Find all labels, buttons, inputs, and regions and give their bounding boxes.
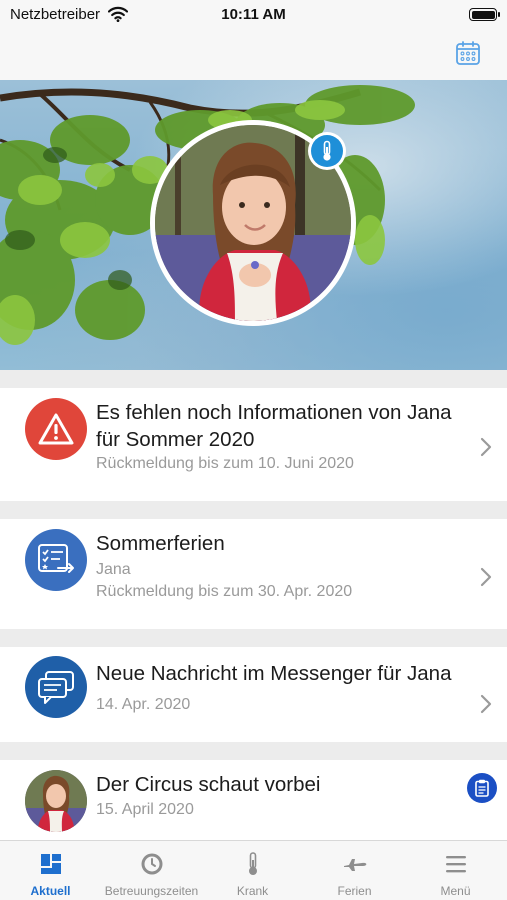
chat-badge <box>25 656 87 718</box>
chevron-right-icon <box>480 567 492 587</box>
app-screen: Netzbetreiber 10:11 AM Es fehlen noch In… <box>0 0 507 900</box>
tab-bar: Aktuell Betreuungszeiten Krank Ferien Me… <box>0 840 507 900</box>
thermometer-icon <box>249 852 257 875</box>
card-subtitle: Rückmeldung bis zum 30. Apr. 2020 <box>96 583 353 600</box>
tab-betreuungszeiten[interactable]: Betreuungszeiten <box>101 841 202 900</box>
chat-icon <box>38 671 74 704</box>
missing-info-card[interactable]: Es fehlen noch Informationen von Jana fü… <box>0 388 507 501</box>
chevron-right-icon <box>480 694 492 714</box>
tab-label: Menü <box>440 884 471 898</box>
card-title: Der Circus schaut vorbei <box>96 773 321 796</box>
tab-label: Krank <box>236 884 269 898</box>
card-title: Neue Nachricht im Messenger für Jana <box>96 662 452 685</box>
navigation-bar <box>0 30 507 80</box>
sick-status-badge[interactable] <box>308 132 346 170</box>
hamburger-icon <box>446 856 466 873</box>
circus-news-card[interactable]: Der Circus schaut vorbei 15. April 2020 <box>0 760 507 840</box>
tab-menu[interactable]: Menü <box>405 841 506 900</box>
card-subtitle: 15. April 2020 <box>96 801 194 818</box>
card-title: Es fehlen noch Informationen von Jana fü… <box>96 401 452 451</box>
tab-aktuell[interactable]: Aktuell <box>0 841 101 900</box>
chevron-right-icon <box>480 437 492 457</box>
hero-banner <box>0 80 507 370</box>
tab-label: Betreuungszeiten <box>104 884 199 898</box>
clipboard-icon <box>475 779 489 797</box>
tab-label: Aktuell <box>30 884 71 898</box>
card-title: Sommerferien <box>96 532 225 555</box>
tab-ferien[interactable]: Ferien <box>304 841 405 900</box>
summer-holidays-card[interactable]: Sommerferien Jana Rückmeldung bis zum 30… <box>0 519 507 629</box>
status-bar: Netzbetreiber 10:11 AM <box>0 0 507 30</box>
warning-badge <box>25 398 87 460</box>
status-time: 10:11 AM <box>221 6 286 23</box>
warning-icon <box>38 413 74 445</box>
calendar-icon[interactable] <box>455 40 481 66</box>
tab-krank[interactable]: Krank <box>202 841 303 900</box>
dashboard-icon <box>41 854 61 874</box>
messenger-card[interactable]: Neue Nachricht im Messenger für Jana 14.… <box>0 647 507 742</box>
clock-icon <box>141 853 163 875</box>
checklist-badge <box>25 529 87 591</box>
card-subtitle: 14. Apr. 2020 <box>96 696 191 713</box>
tab-label: Ferien <box>337 884 372 898</box>
child-thumbnail-photo <box>25 770 87 832</box>
battery-icon <box>469 8 500 21</box>
clipboard-badge[interactable] <box>467 773 497 803</box>
child-thumbnail <box>25 770 87 832</box>
card-child-name: Jana <box>96 561 131 578</box>
checklist-icon <box>38 544 74 573</box>
card-subtitle: Rückmeldung bis zum 10. Juni 2020 <box>96 455 354 472</box>
airplane-icon <box>344 859 367 871</box>
thermometer-icon <box>323 140 331 161</box>
